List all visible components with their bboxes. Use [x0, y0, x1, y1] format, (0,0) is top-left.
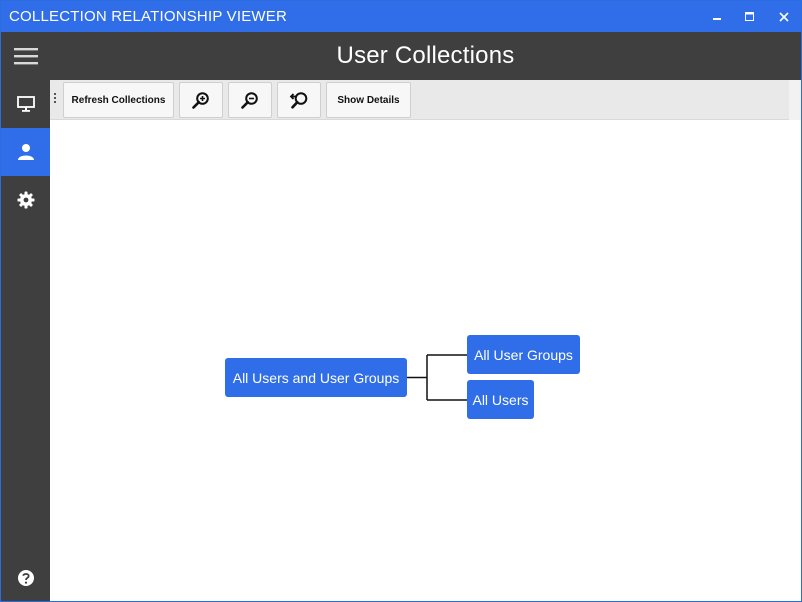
minimize-button[interactable]	[701, 1, 735, 32]
zoom-in-button[interactable]	[179, 82, 223, 118]
zoom-out-icon	[241, 92, 258, 109]
sidebar-item-settings[interactable]	[1, 176, 50, 224]
title-bar: COLLECTION RELATIONSHIP VIEWER	[1, 1, 801, 32]
hamburger-icon	[13, 48, 38, 65]
minimize-icon	[713, 17, 721, 20]
zoom-out-button[interactable]	[228, 82, 272, 118]
graph-node-root[interactable]: All Users and User Groups	[225, 358, 407, 397]
show-details-button[interactable]: Show Details	[326, 82, 411, 118]
monitor-icon	[16, 96, 35, 112]
maximize-button[interactable]	[733, 1, 767, 32]
user-icon	[17, 144, 34, 160]
refresh-collections-button[interactable]: Refresh Collections	[63, 82, 174, 118]
help-button[interactable]	[1, 554, 50, 601]
toolbar-grip[interactable]	[54, 93, 56, 107]
toolbar: Refresh Collections Show Details	[50, 80, 801, 120]
close-button[interactable]	[767, 1, 801, 32]
graph-node-child[interactable]: All Users	[467, 380, 534, 419]
gear-icon	[17, 191, 34, 209]
sidebar	[1, 32, 50, 601]
graph-canvas[interactable]: All Users and User Groups All User Group…	[50, 121, 801, 601]
graph-node-child[interactable]: All User Groups	[467, 335, 580, 374]
page-title: User Collections	[336, 42, 515, 69]
sidebar-item-menu[interactable]	[1, 32, 50, 80]
page-header: User Collections	[50, 32, 801, 80]
reset-zoom-button[interactable]	[277, 82, 321, 118]
app-window: COLLECTION RELATIONSHIP VIEWER User Coll…	[0, 0, 802, 602]
close-icon	[779, 11, 789, 22]
sidebar-item-devices[interactable]	[1, 80, 50, 128]
zoom-in-icon	[192, 92, 209, 109]
window-title: COLLECTION RELATIONSHIP VIEWER	[9, 8, 287, 25]
reset-zoom-icon	[289, 92, 308, 109]
help-icon	[17, 570, 34, 586]
graph-connectors	[407, 354, 467, 401]
sidebar-item-users[interactable]	[1, 128, 50, 176]
maximize-icon	[745, 11, 754, 21]
toolbar-scrollbar[interactable]	[789, 80, 801, 120]
